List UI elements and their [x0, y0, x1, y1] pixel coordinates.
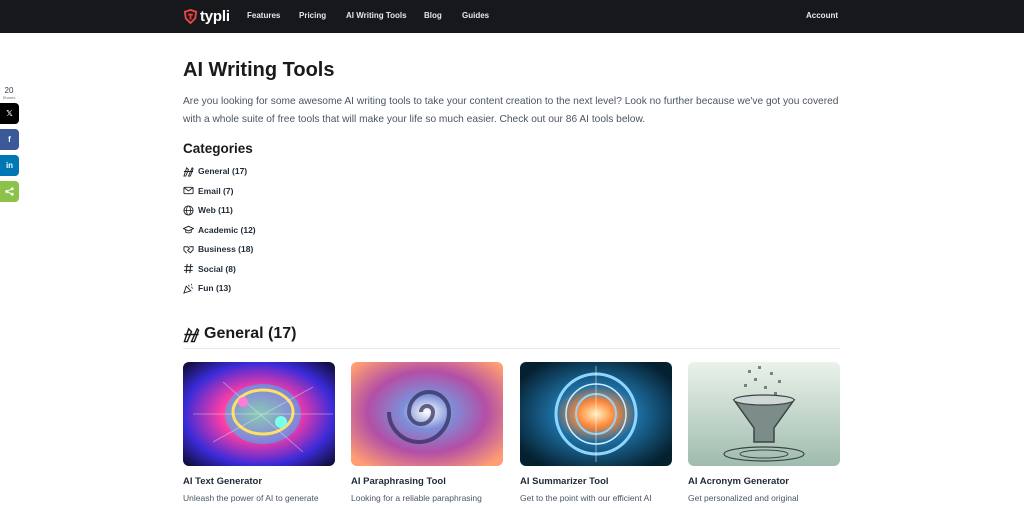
nav-ai-writing-tools-link[interactable]: AI Writing Tools: [346, 11, 407, 20]
envelope-icon: [183, 186, 194, 195]
top-navigation-bar: typli Features Pricing AI Writing Tools …: [0, 0, 1024, 33]
category-label: Academic (12): [198, 224, 256, 235]
category-link-business[interactable]: Business (18): [183, 242, 253, 256]
nav-pricing-link[interactable]: Pricing: [299, 11, 326, 20]
category-link-general[interactable]: General (17): [183, 164, 247, 178]
category-label: Business (18): [198, 244, 254, 254]
tool-card-ai-summarizer-tool[interactable]: AI Summarizer Tool Get to the point with…: [520, 362, 672, 503]
typli-logo[interactable]: typli: [183, 8, 230, 25]
handshake-icon: [183, 245, 194, 253]
share-icon: [5, 187, 14, 196]
card-title[interactable]: AI Summarizer Tool: [520, 476, 609, 487]
section-divider: [183, 348, 840, 349]
card-title[interactable]: AI Text Generator: [183, 476, 262, 487]
category-link-email[interactable]: Email (7): [183, 184, 233, 198]
category-label: Social (8): [198, 263, 236, 274]
general-section-heading: General (17): [183, 325, 296, 343]
category-label: Fun (13): [198, 283, 232, 293]
facebook-icon: f: [8, 135, 11, 144]
intro-paragraph: Are you looking for some awesome AI writ…: [183, 96, 839, 125]
category-link-academic[interactable]: Academic (12): [183, 223, 256, 237]
pen-ruler-icon: [183, 327, 200, 342]
logo-text: typli: [200, 8, 230, 25]
category-label: Email (7): [198, 185, 234, 196]
pen-ruler-icon: [183, 166, 194, 177]
card-description: Unleash the power of AI to generate: [183, 493, 319, 503]
typli-logo-icon: [183, 9, 198, 24]
nav-guides-link[interactable]: Guides: [462, 11, 489, 20]
nav-blog-link[interactable]: Blog: [424, 11, 442, 20]
share-count: 20: [4, 86, 14, 95]
glowing-portal-image: [520, 362, 672, 466]
card-description: Get personalized and original: [688, 493, 799, 503]
tool-card-ai-text-generator[interactable]: AI Text Generator Unleash the power of A…: [183, 362, 335, 503]
party-popper-icon: [183, 283, 193, 294]
share-facebook-button[interactable]: f: [0, 129, 19, 150]
card-title[interactable]: AI Acronym Generator: [688, 476, 789, 487]
tool-card-ai-acronym-generator[interactable]: AI Acronym Generator Get personalized an…: [688, 362, 840, 503]
globe-icon: [183, 204, 194, 216]
share-more-button[interactable]: [0, 181, 19, 202]
category-link-fun[interactable]: Fun (13): [183, 281, 231, 295]
linkedin-icon: in: [5, 161, 14, 170]
category-link-web[interactable]: Web (11): [183, 203, 233, 217]
card-description: Get to the point with our efficient AI: [520, 493, 652, 503]
category-label: Web (11): [198, 205, 233, 215]
page-title: AI Writing Tools: [183, 59, 335, 81]
category-link-social[interactable]: Social (8): [183, 262, 236, 276]
category-label: General (17): [198, 166, 248, 176]
categories-heading: Categories: [183, 141, 253, 156]
letter-funnel-image: [688, 362, 840, 466]
graduation-cap-icon: [183, 225, 194, 234]
x-icon: 𝕏: [6, 109, 13, 118]
card-title[interactable]: AI Paraphrasing Tool: [351, 476, 446, 487]
tool-card-ai-paraphrasing-tool[interactable]: AI Paraphrasing Tool Looking for a relia…: [351, 362, 503, 503]
nav-features-link[interactable]: Features: [247, 11, 280, 20]
section-title: General (17): [204, 325, 297, 342]
share-linkedin-button[interactable]: in: [0, 155, 19, 176]
share-x-button[interactable]: 𝕏: [0, 103, 19, 124]
spiral-vortex-image: [351, 362, 503, 466]
neon-brain-image: [183, 362, 335, 466]
card-description: Looking for a reliable paraphrasing: [351, 493, 482, 503]
nav-account-link[interactable]: Account: [806, 11, 838, 20]
share-count-label: Shares: [2, 95, 16, 100]
hashtag-icon: [183, 263, 194, 274]
